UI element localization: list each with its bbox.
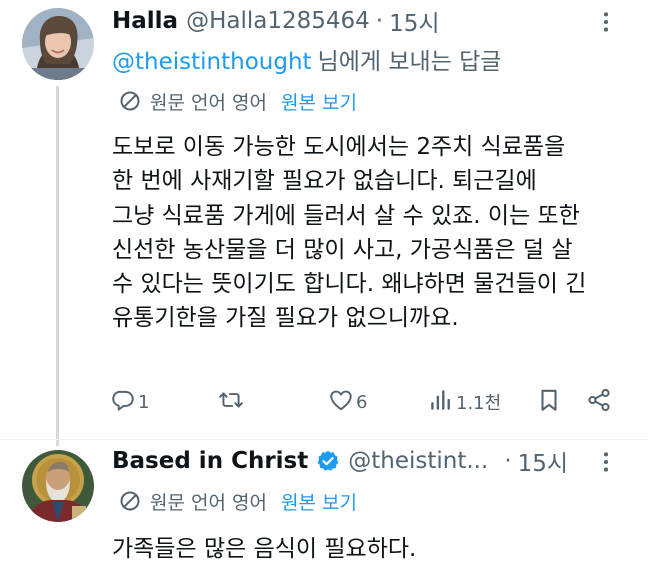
tweet-text-line: 한 번에 사재기할 필요가 없습니다. 퇴근길에 <box>112 168 537 195</box>
share-button[interactable] <box>586 384 612 420</box>
share-icon <box>586 387 612 418</box>
views-button[interactable]: 1.1천 <box>428 384 501 420</box>
translate-icon <box>118 489 142 513</box>
tweet-text-line: 신선한 농산물을 더 많이 사고, 가공식품은 덜 살 <box>112 236 573 263</box>
retweet-icon <box>218 387 244 418</box>
tweet-text-line: 그냥 식료품 가게에 들러서 살 수 있죠. 이는 또한 <box>112 202 580 229</box>
reply-count: 1 <box>138 391 150 413</box>
tweet-header: Halla @Halla1285464 · 15시 <box>112 4 440 38</box>
tweet-text-line: 유통기한을 가질 필요가 없으니까요. <box>112 305 459 332</box>
reply-mention-link[interactable]: @theistinthought <box>112 49 312 75</box>
retweet-button[interactable] <box>218 384 246 420</box>
tweet-text-line: 수 있다는 뜻이기도 합니다. 왜냐하면 물건들이 긴 <box>112 271 587 298</box>
display-name[interactable]: Halla <box>112 8 178 34</box>
tweet-based-in-christ[interactable]: Based in Christ @theistint... · 15시 원문 언… <box>0 440 648 562</box>
translation-label: 원문 언어 영어 <box>150 491 267 514</box>
tweet-halla[interactable]: Halla @Halla1285464 · 15시 @theistinthoug… <box>0 0 648 446</box>
tweet-text: 도보로 이동 가능한 도시에서는 2주치 식료품을 한 번에 사재기할 필요가 … <box>112 130 628 336</box>
avatar[interactable] <box>22 8 94 80</box>
view-count: 1.1천 <box>456 393 502 414</box>
translation-notice: 원문 언어 영어 원본 보기 <box>118 486 357 516</box>
avatar[interactable] <box>22 450 94 522</box>
translation-notice: 원문 언어 영어 원본 보기 <box>118 86 357 116</box>
tweet-header: Based in Christ @theistint... · 15시 <box>112 444 568 478</box>
user-handle[interactable]: @theistint... <box>348 448 488 474</box>
like-icon <box>328 387 354 418</box>
translation-label: 원문 언어 영어 <box>150 91 267 114</box>
action-bar: 1 6 1.1천 <box>110 384 630 420</box>
separator-dot: · <box>504 448 512 474</box>
more-icon[interactable] <box>592 448 620 476</box>
user-handle[interactable]: @Halla1285464 <box>186 8 370 34</box>
show-original-link[interactable]: 원본 보기 <box>281 488 357 515</box>
reply-to-label: 님에게 보내는 답글 <box>317 49 502 75</box>
translate-icon <box>118 89 142 113</box>
replying-to: @theistinthought 님에게 보내는 답글 <box>112 42 501 76</box>
reply-icon <box>110 387 136 418</box>
separator-dot: · <box>375 8 384 34</box>
verified-badge-icon <box>316 449 340 473</box>
show-original-link[interactable]: 원본 보기 <box>281 88 357 115</box>
bookmark-button[interactable] <box>536 384 562 420</box>
thread-line <box>56 86 59 446</box>
tweet-text: 가족들은 많은 음식이 필요하다. <box>112 532 628 562</box>
timestamp[interactable]: 15시 <box>389 4 439 38</box>
more-icon[interactable] <box>592 8 620 36</box>
views-icon <box>428 387 454 418</box>
like-count: 6 <box>356 391 368 413</box>
display-name[interactable]: Based in Christ <box>112 448 308 474</box>
bookmark-icon <box>536 387 562 418</box>
timestamp[interactable]: 15시 <box>518 444 568 478</box>
reply-button[interactable]: 1 <box>110 384 149 420</box>
tweet-text-line: 도보로 이동 가능한 도시에서는 2주치 식료품을 <box>112 134 566 160</box>
like-button[interactable]: 6 <box>328 384 367 420</box>
tweet-text-line: 가족들은 많은 음식이 필요하다. <box>112 536 417 562</box>
